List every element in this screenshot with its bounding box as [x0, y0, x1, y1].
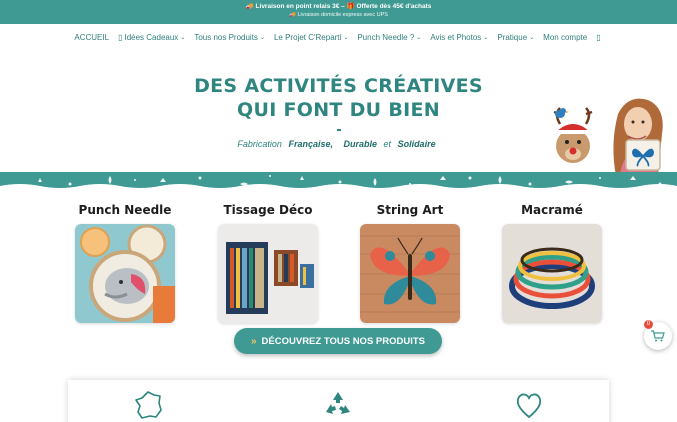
nav-item-label: Mon compte	[543, 33, 588, 42]
nav-item-accueil[interactable]: ACCUEIL	[74, 33, 109, 42]
nav-item-label: Pratique	[497, 33, 528, 42]
values-card	[68, 380, 609, 422]
france-map-icon	[135, 391, 162, 419]
category-title[interactable]: Punch Needle	[74, 203, 176, 221]
nav-item-avis[interactable]: Avis et Photos ⌄	[430, 33, 488, 42]
cta-label: DÉCOUVREZ TOUS NOS PRODUITS	[261, 335, 425, 347]
nav-item-punch-needle[interactable]: Punch Needle ? ⌄	[357, 33, 421, 42]
category-title[interactable]: Tissage Déco	[217, 203, 319, 221]
hero-sub-word-2: Durable	[343, 139, 378, 149]
chevron-down-icon: ⌄	[259, 35, 265, 41]
main-nav: ACCUEIL ▯ Idées Cadeaux ⌄ Tous nos Produit…	[0, 24, 677, 51]
nav-item-label: Tous nos Produits	[194, 33, 258, 42]
nav-item-idees-cadeaux[interactable]: ▯ Idées Cadeaux ⌄	[118, 33, 185, 42]
recycle-icon	[326, 392, 350, 414]
category-title[interactable]: String Art	[359, 203, 461, 221]
category-image[interactable]	[360, 224, 460, 323]
discover-all-products-button[interactable]: » DÉCOUVREZ TOUS NOS PRODUITS	[234, 328, 442, 354]
heart-icon	[516, 393, 542, 419]
butterfly-frame	[625, 139, 661, 171]
chevron-down-icon: ⌄	[483, 35, 489, 41]
nav-item-label: Punch Needle ?	[357, 33, 415, 42]
nav-item-label: Idées Cadeaux	[124, 33, 179, 42]
chevron-down-icon: ⌄	[529, 35, 535, 41]
hero-sub-word-3: Solidaire	[397, 139, 436, 149]
category-image[interactable]	[75, 224, 175, 323]
promo-line-2: 🚚 Livraison domicile express avec UPS	[289, 12, 388, 18]
gift-icon: ▯	[118, 33, 123, 42]
nav-item-projet[interactable]: Le Projet C'Reparti ⌄	[274, 33, 348, 42]
hero-sub-word-1: Française,	[288, 139, 333, 149]
chevron-down-icon: ⌄	[343, 35, 349, 41]
hero-child-illustration	[553, 98, 663, 176]
hero-sub-prefix: Fabrication	[237, 139, 282, 149]
category-image[interactable]	[218, 224, 318, 323]
cart-icon	[651, 330, 665, 342]
category-image[interactable]	[502, 224, 602, 323]
nav-item-label: Le Projet C'Reparti	[273, 33, 342, 42]
chevron-down-icon: ⌄	[416, 35, 422, 41]
category-tissage-deco[interactable]: Tissage Déco	[217, 203, 319, 323]
category-macrame[interactable]: Macramé	[501, 203, 603, 323]
promo-line-1: 🚚 Livraison en point relais 3€ – 🎁 Offer…	[245, 3, 432, 10]
nav-item-label: ACCUEIL	[74, 33, 110, 42]
floating-cart-button[interactable]: 0	[644, 320, 672, 350]
hero-divider	[337, 129, 341, 131]
double-arrow-right-icon: »	[250, 335, 257, 347]
nav-item-produits[interactable]: Tous nos Produits ⌄	[194, 33, 265, 42]
bird-toy	[555, 108, 569, 118]
chevron-down-icon: ⌄	[180, 35, 186, 41]
category-title[interactable]: Macramé	[501, 203, 603, 221]
nav-item-label: Avis et Photos	[430, 33, 482, 42]
decorative-band	[0, 172, 677, 190]
category-punch-needle[interactable]: Punch Needle	[74, 203, 176, 323]
nav-item-pratique[interactable]: Pratique ⌄	[497, 33, 534, 42]
nav-item-mon-compte[interactable]: Mon compte	[543, 33, 587, 42]
hero-sub-and: et	[383, 139, 392, 149]
cart-count-badge: 0	[644, 320, 653, 329]
search-icon[interactable]: ▯	[596, 33, 602, 42]
leaf-pattern	[0, 175, 677, 190]
promo-bar: 🚚 Livraison en point relais 3€ – 🎁 Offer…	[0, 0, 677, 24]
category-string-art[interactable]: String Art	[359, 203, 461, 323]
